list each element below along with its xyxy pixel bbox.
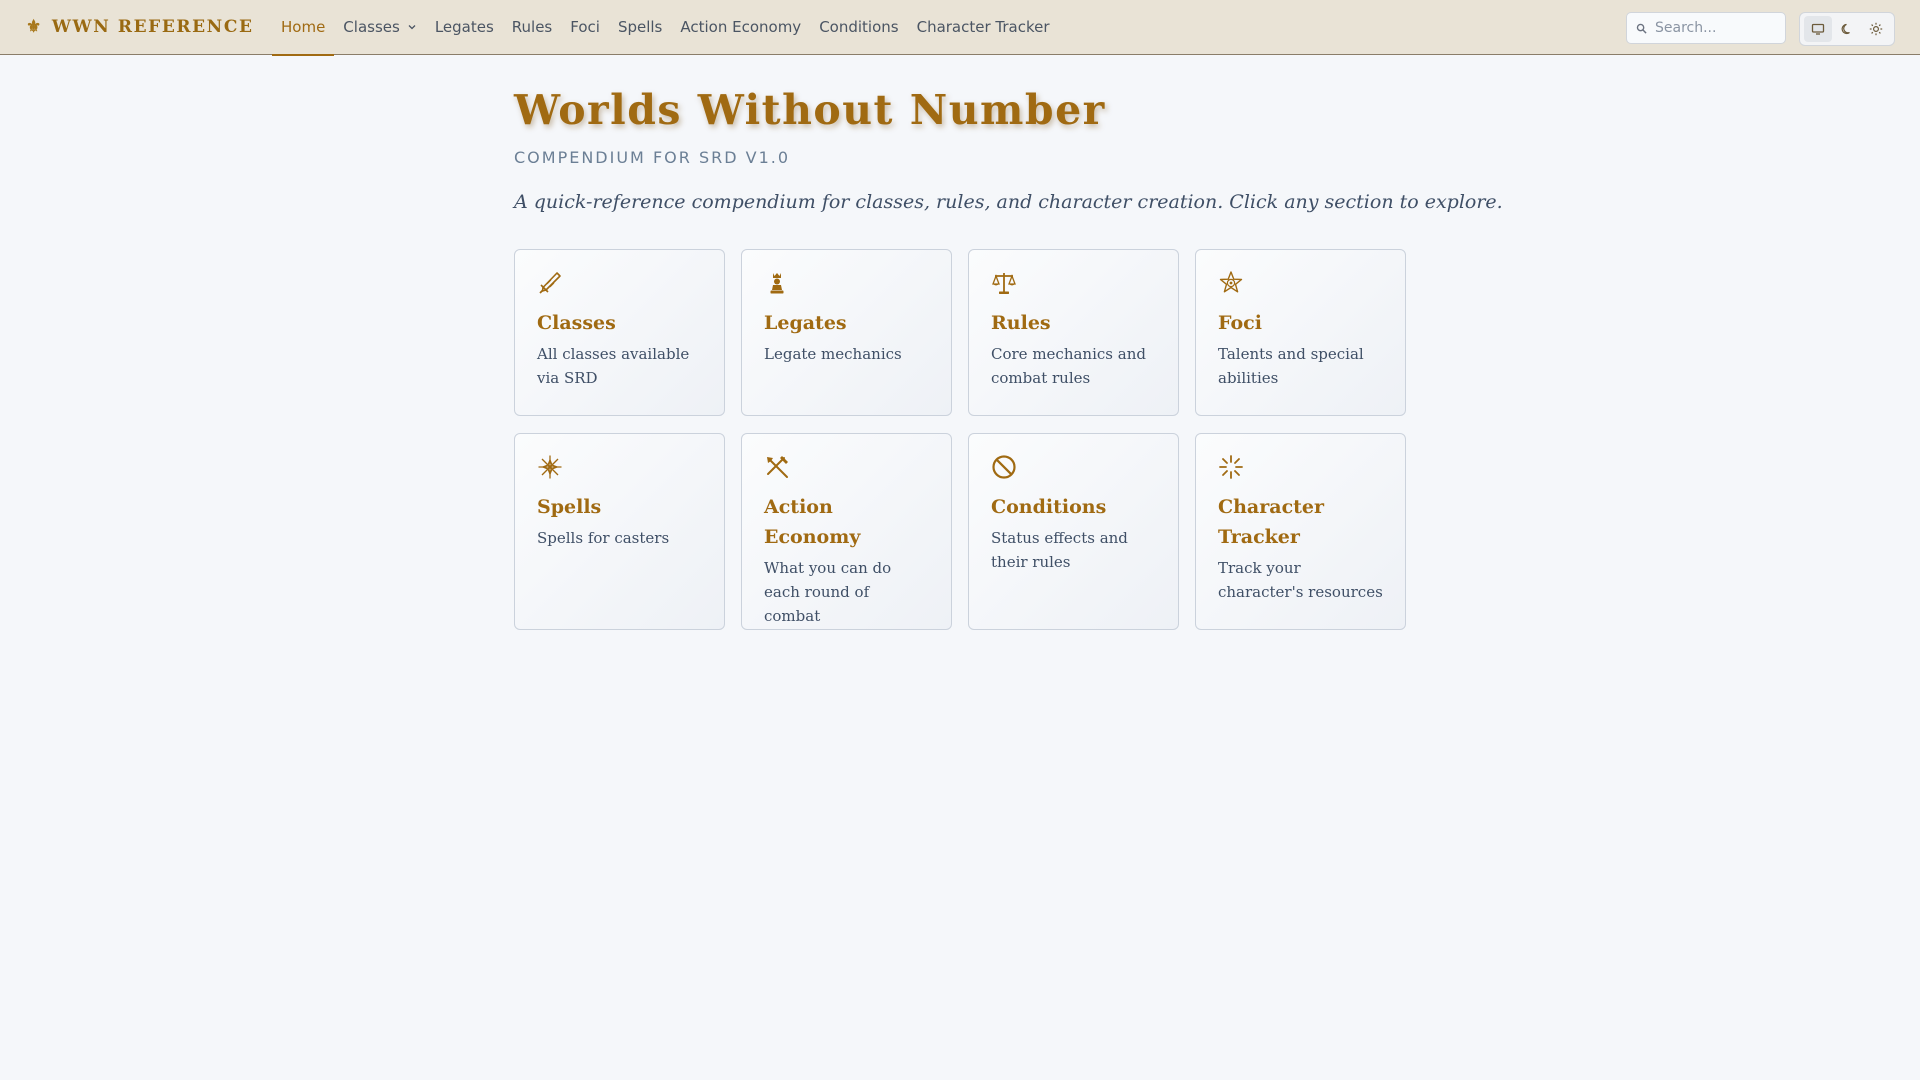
nav-item-legates[interactable]: Legates <box>426 0 503 55</box>
page-intro: A quick-reference compendium for classes… <box>514 191 1503 213</box>
card-title: Classes <box>537 312 616 334</box>
search-box <box>1626 12 1786 44</box>
nav-item-spells[interactable]: Spells <box>609 0 671 55</box>
brand-name: WWN REFERENCE <box>51 17 254 37</box>
main-nav: Home Classes Legates Rules Foci Spells A… <box>272 0 1059 56</box>
theme-switcher <box>1799 12 1895 46</box>
chess-king-icon <box>764 270 790 296</box>
card-description: Track your character's resources <box>1218 559 1383 601</box>
star-emblem-icon <box>1218 270 1244 296</box>
card-foci[interactable]: Foci Talents and special abilities <box>1195 249 1406 416</box>
nav-item-label: Character Tracker <box>916 18 1050 36</box>
sparkle-icon <box>1218 454 1244 480</box>
brand-link[interactable]: ⚜ WWN REFERENCE <box>26 17 272 37</box>
nav-item-conditions[interactable]: Conditions <box>810 0 907 55</box>
nav-item-label: Classes <box>343 18 400 36</box>
nav-item-action-economy[interactable]: Action Economy <box>671 0 810 55</box>
card-conditions[interactable]: Conditions Status effects and their rule… <box>968 433 1179 630</box>
main-content: Worlds Without Number COMPENDIUM FOR SRD… <box>514 86 1503 630</box>
card-character-tracker[interactable]: Character Tracker Track your character's… <box>1195 433 1406 630</box>
card-action-economy[interactable]: Action Economy What you can do each roun… <box>741 433 952 630</box>
card-description: Legate mechanics <box>764 345 902 363</box>
card-description: Talents and special abilities <box>1218 345 1364 387</box>
sun-icon <box>1870 22 1883 36</box>
nav-item-rules[interactable]: Rules <box>503 0 561 55</box>
nav-item-classes[interactable]: Classes <box>334 0 426 55</box>
card-description: Core mechanics and combat rules <box>991 345 1146 387</box>
card-classes[interactable]: Classes All classes available via SRD <box>514 249 725 416</box>
nav-item-label: Foci <box>570 18 600 36</box>
card-description: Spells for casters <box>537 529 670 547</box>
nav-item-character-tracker[interactable]: Character Tracker <box>908 0 1059 55</box>
fleur-de-lis-icon: ⚜ <box>26 17 43 37</box>
card-spells[interactable]: Spells Spells for casters <box>514 433 725 630</box>
crossed-tools-icon <box>764 454 790 480</box>
card-rules[interactable]: Rules Core mechanics and combat rules <box>968 249 1179 416</box>
card-title: Conditions <box>991 496 1107 518</box>
top-navigation-bar: ⚜ WWN REFERENCE Home Classes Legates Rul… <box>0 0 1920 56</box>
card-title: Action Economy <box>764 496 861 548</box>
theme-dark-button[interactable] <box>1833 16 1861 42</box>
search-input[interactable] <box>1655 20 1775 36</box>
card-title: Character Tracker <box>1218 496 1325 548</box>
nav-item-home[interactable]: Home <box>272 0 335 56</box>
card-title: Rules <box>991 312 1051 334</box>
chevron-down-icon <box>408 25 416 30</box>
prohibited-icon <box>991 454 1017 480</box>
monitor-icon <box>1811 23 1824 35</box>
nav-item-label: Action Economy <box>680 18 802 36</box>
nav-item-label: Legates <box>434 18 494 36</box>
scales-icon <box>991 270 1017 296</box>
card-description: What you can do each round of combat <box>764 559 892 625</box>
magic-star-icon <box>537 454 563 480</box>
card-title: Foci <box>1218 312 1262 334</box>
nav-item-foci[interactable]: Foci <box>561 0 609 55</box>
nav-item-label: Home <box>281 18 326 36</box>
page-subtitle: COMPENDIUM FOR SRD V1.0 <box>514 148 791 167</box>
search-icon <box>1636 23 1647 34</box>
card-legates[interactable]: Legates Legate mechanics <box>741 249 952 416</box>
moon-icon <box>1841 23 1850 35</box>
theme-system-button[interactable] <box>1803 16 1832 42</box>
sword-icon <box>537 270 563 296</box>
card-title: Spells <box>537 496 602 518</box>
page-title: Worlds Without Number <box>514 86 1106 134</box>
card-title: Legates <box>764 312 847 334</box>
nav-item-label: Rules <box>511 18 553 36</box>
card-description: Status effects and their rules <box>991 529 1128 571</box>
section-card-grid: Classes All classes available via SRD Le… <box>514 249 1414 630</box>
theme-light-button[interactable] <box>1862 16 1890 42</box>
nav-item-label: Conditions <box>819 18 899 36</box>
card-description: All classes available via SRD <box>537 345 690 387</box>
nav-item-label: Spells <box>617 18 663 36</box>
